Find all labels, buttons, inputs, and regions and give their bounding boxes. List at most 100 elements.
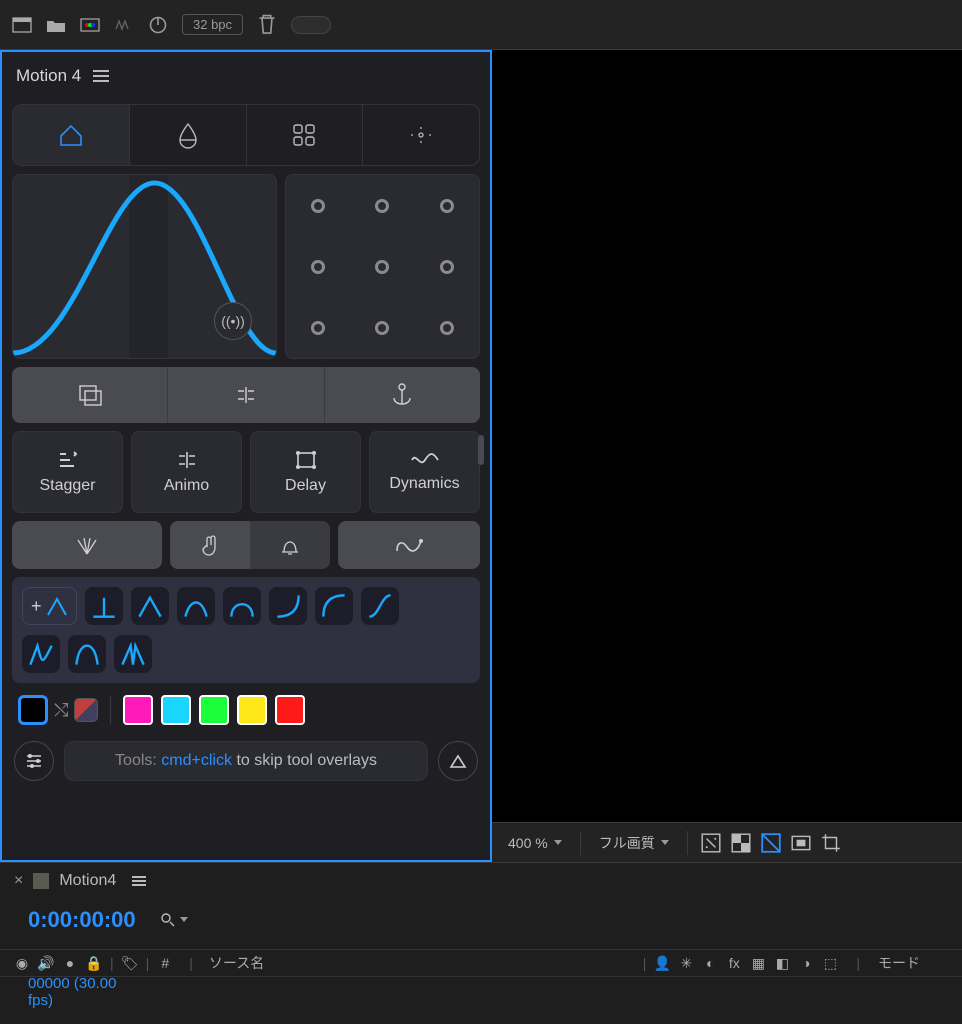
timecode[interactable]: 0:00:00:00	[28, 907, 136, 933]
quality-dropdown[interactable]: フル画質	[593, 833, 675, 853]
panel-title: Motion 4	[16, 66, 81, 86]
viewer-footer: 400 % フル画質	[492, 822, 962, 862]
timeline-panel: × Motion4 0:00:00:00 00000 (30.00 fps) ◉…	[0, 862, 962, 1024]
project-panel-icon[interactable]	[12, 17, 32, 33]
anchor-grid	[285, 174, 480, 359]
zoom-dropdown[interactable]: 400 %	[502, 835, 568, 851]
nav-grid[interactable]	[246, 105, 363, 165]
anchor-mc[interactable]	[375, 260, 389, 274]
col-mode[interactable]: モード	[878, 953, 920, 973]
shy-icon[interactable]: 👤	[654, 955, 670, 971]
precomp-button[interactable]	[12, 367, 167, 423]
frame-blend-icon[interactable]: ▦	[750, 955, 766, 971]
composition-viewer[interactable]: 400 % フル画質	[492, 50, 962, 862]
guides-button[interactable]	[167, 367, 323, 423]
num-icon[interactable]: #	[157, 955, 173, 971]
anchor-tc[interactable]	[375, 199, 389, 213]
tool-dynamics[interactable]: Dynamics	[369, 431, 480, 513]
eye-icon[interactable]: ◉	[14, 955, 30, 971]
hand-button[interactable]	[170, 521, 250, 569]
timeline-tab-label[interactable]: Motion4	[59, 872, 116, 890]
adjustment-icon[interactable]: ◧	[774, 955, 790, 971]
fan-button[interactable]	[12, 521, 162, 569]
toggle-switch[interactable]	[291, 16, 331, 34]
scroll-thumb[interactable]	[478, 435, 484, 465]
trash-icon[interactable]	[257, 17, 277, 33]
ease-add[interactable]: +	[22, 587, 77, 625]
transparency-icon[interactable]	[730, 832, 752, 854]
lock-icon[interactable]: 🔒	[86, 955, 102, 971]
anchor-bl[interactable]	[311, 321, 325, 335]
anchor-br[interactable]	[440, 321, 454, 335]
3d-toggle-icon[interactable]: ◑	[798, 955, 814, 971]
exposure-icon[interactable]	[700, 832, 722, 854]
shuffle-icon[interactable]: ⤭	[54, 700, 68, 721]
nav-anchor[interactable]	[362, 105, 479, 165]
anchor-bc[interactable]	[375, 321, 389, 335]
graph-broadcast-icon[interactable]: ((•))	[214, 302, 252, 340]
render-settings-icon[interactable]	[80, 17, 100, 33]
crop-icon[interactable]	[820, 832, 842, 854]
folder-icon[interactable]	[46, 17, 66, 33]
anchor-mr[interactable]	[440, 260, 454, 274]
bpc-badge[interactable]: 32 bpc	[182, 14, 243, 35]
collapse-button[interactable]	[438, 741, 478, 781]
swatch-2[interactable]	[199, 695, 229, 725]
tool-grid: Stagger Animo Delay Dynamics	[12, 431, 480, 513]
ease-in[interactable]	[269, 587, 307, 625]
action-triple	[12, 367, 480, 423]
anchor-tl[interactable]	[311, 199, 325, 213]
anchor-button[interactable]	[324, 367, 480, 423]
effect-row	[12, 521, 480, 569]
ease-custom2[interactable]	[68, 635, 106, 673]
ease-round[interactable]	[223, 587, 261, 625]
nav-home[interactable]	[13, 105, 129, 165]
ease-tri[interactable]	[131, 587, 169, 625]
nav-tabs	[12, 104, 480, 166]
comp-color-chip	[33, 873, 49, 889]
tool-stagger[interactable]: Stagger	[12, 431, 123, 513]
panel-menu-icon[interactable]	[93, 70, 109, 82]
tool-delay[interactable]: Delay	[250, 431, 361, 513]
path-button[interactable]	[338, 521, 480, 569]
swatch-3[interactable]	[237, 695, 267, 725]
ease-custom3[interactable]	[114, 635, 152, 673]
gpu-render-icon[interactable]	[114, 17, 134, 33]
ease-presets: +	[12, 577, 480, 683]
col-source[interactable]: ソース名	[209, 953, 264, 973]
fps-label: 00000 (30.00 fps)	[28, 975, 136, 1009]
motion-blur-icon[interactable]: ◐	[702, 955, 718, 971]
swatch-4[interactable]	[275, 695, 305, 725]
timeline-search[interactable]	[160, 912, 188, 928]
ease-smooth[interactable]	[177, 587, 215, 625]
settings-button[interactable]	[14, 741, 54, 781]
fx-icon[interactable]: fx	[726, 955, 742, 971]
current-color[interactable]	[18, 695, 48, 725]
swatch-0[interactable]	[123, 695, 153, 725]
anchor-tr[interactable]	[440, 199, 454, 213]
region-icon[interactable]	[790, 832, 812, 854]
column-header: ◉ 🔊 ● 🔒 | 🏷 | # | ソース名 | 👤 ✳ ◐ fx ▦ ◧ ◑ …	[0, 949, 962, 977]
solo-icon[interactable]: ●	[62, 955, 78, 971]
power-icon[interactable]	[148, 17, 168, 33]
3d-icon[interactable]: ⬚	[822, 955, 838, 971]
mask-icon[interactable]	[760, 832, 782, 854]
star-icon[interactable]: ✳	[678, 955, 694, 971]
ease-custom1[interactable]	[22, 635, 60, 673]
ease-graph[interactable]: ((•))	[12, 174, 277, 359]
label-icon[interactable]: 🏷	[122, 955, 138, 971]
audio-icon[interactable]: 🔊	[38, 955, 54, 971]
ease-inout[interactable]	[361, 587, 399, 625]
ease-out[interactable]	[315, 587, 353, 625]
tab-close[interactable]: ×	[14, 872, 23, 890]
anchor-ml[interactable]	[311, 260, 325, 274]
motion4-panel: Motion 4	[0, 50, 492, 862]
tip-box: Tools: cmd+click to skip tool overlays	[64, 741, 428, 781]
tool-animo[interactable]: Animo	[131, 431, 242, 513]
timeline-menu-icon[interactable]	[132, 876, 146, 886]
swatch-1[interactable]	[161, 695, 191, 725]
nav-color[interactable]	[129, 105, 246, 165]
bell-button[interactable]	[250, 521, 330, 569]
ease-linear[interactable]	[85, 587, 123, 625]
random-swatch[interactable]	[74, 698, 98, 722]
